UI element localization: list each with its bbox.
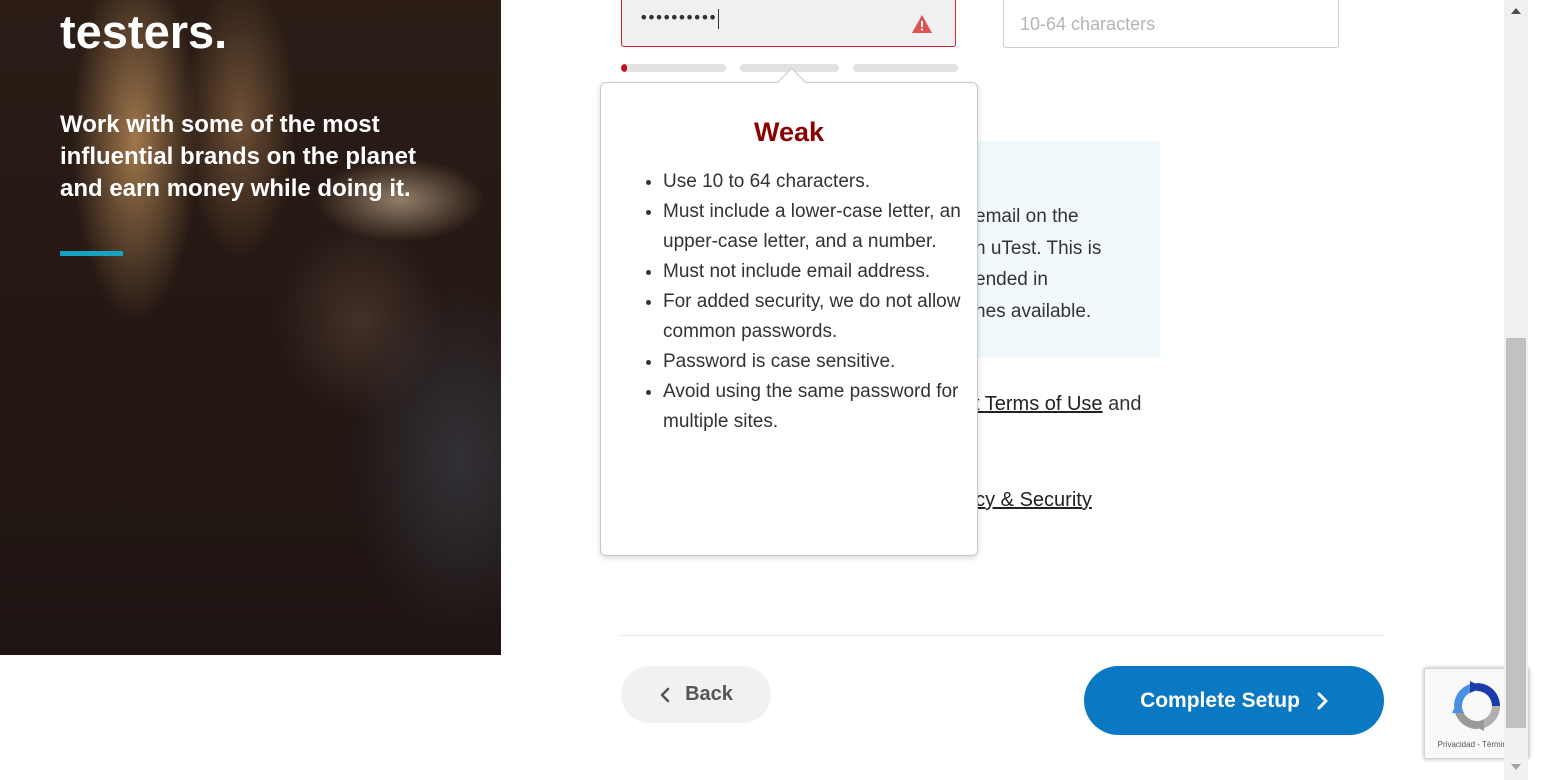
terms-text: st Terms of Use and <box>964 393 1142 416</box>
footer-divider <box>621 635 1384 636</box>
chevron-right-icon <box>1316 692 1328 710</box>
strength-segment-3 <box>853 64 958 72</box>
confirm-password-input[interactable] <box>1004 0 1338 47</box>
password-rule: For added security, we do not allow comm… <box>663 287 963 347</box>
hero-subtitle: Work with some of the most influential b… <box>60 111 417 202</box>
terms-trailing-text: and <box>1102 393 1142 415</box>
info-text-line: n uTest. This is <box>975 238 1102 259</box>
chevron-left-icon <box>659 687 671 703</box>
password-rule: Password is case sensitive. <box>663 347 963 377</box>
password-rule: Must include a lower-case letter, an upp… <box>663 197 963 257</box>
password-strength-popover: Weak Use 10 to 64 characters. Must inclu… <box>600 67 978 556</box>
privacy-security-link[interactable]: acy & Security <box>964 489 1092 511</box>
back-button-label: Back <box>685 683 733 705</box>
strength-segment-1 <box>621 64 726 72</box>
hero-accent-bar <box>60 251 123 256</box>
password-rule: Must not include email address. <box>663 257 963 287</box>
popover-arrow <box>776 67 807 98</box>
complete-setup-button[interactable]: Complete Setup <box>1084 666 1384 735</box>
complete-setup-label: Complete Setup <box>1140 688 1300 712</box>
info-text-line: ended in <box>975 269 1048 290</box>
confirm-password-field[interactable] <box>1003 0 1339 48</box>
strength-label: Weak <box>753 117 825 147</box>
recaptcha-logo-icon <box>1448 677 1506 735</box>
privacy-text: acy & Security <box>964 489 1092 512</box>
vertical-scrollbar[interactable] <box>1504 0 1528 780</box>
strength-fill <box>621 64 628 72</box>
back-button[interactable]: Back <box>621 666 771 723</box>
info-text-line: nes available. <box>975 301 1092 322</box>
password-value[interactable]: •••••••••• <box>639 7 720 29</box>
password-rule: Use 10 to 64 characters. <box>663 167 963 197</box>
password-rule: Avoid using the same password for multip… <box>663 377 963 437</box>
scrollbar-thumb[interactable] <box>1506 338 1526 728</box>
scroll-up-arrow-icon[interactable] <box>1509 4 1523 18</box>
text-caret <box>718 8 720 29</box>
hero-title: testers. <box>60 5 228 58</box>
terms-of-use-link[interactable]: st Terms of Use <box>964 393 1103 415</box>
warning-triangle-icon <box>911 14 933 34</box>
info-text-line: email on the <box>975 206 1079 227</box>
hero-panel: testers. Work with some of the most infl… <box>0 0 501 655</box>
password-field[interactable]: •••••••••• <box>621 0 956 47</box>
scroll-down-arrow-icon[interactable] <box>1509 760 1523 774</box>
password-rules-list: Use 10 to 64 characters. Must include a … <box>643 167 963 437</box>
